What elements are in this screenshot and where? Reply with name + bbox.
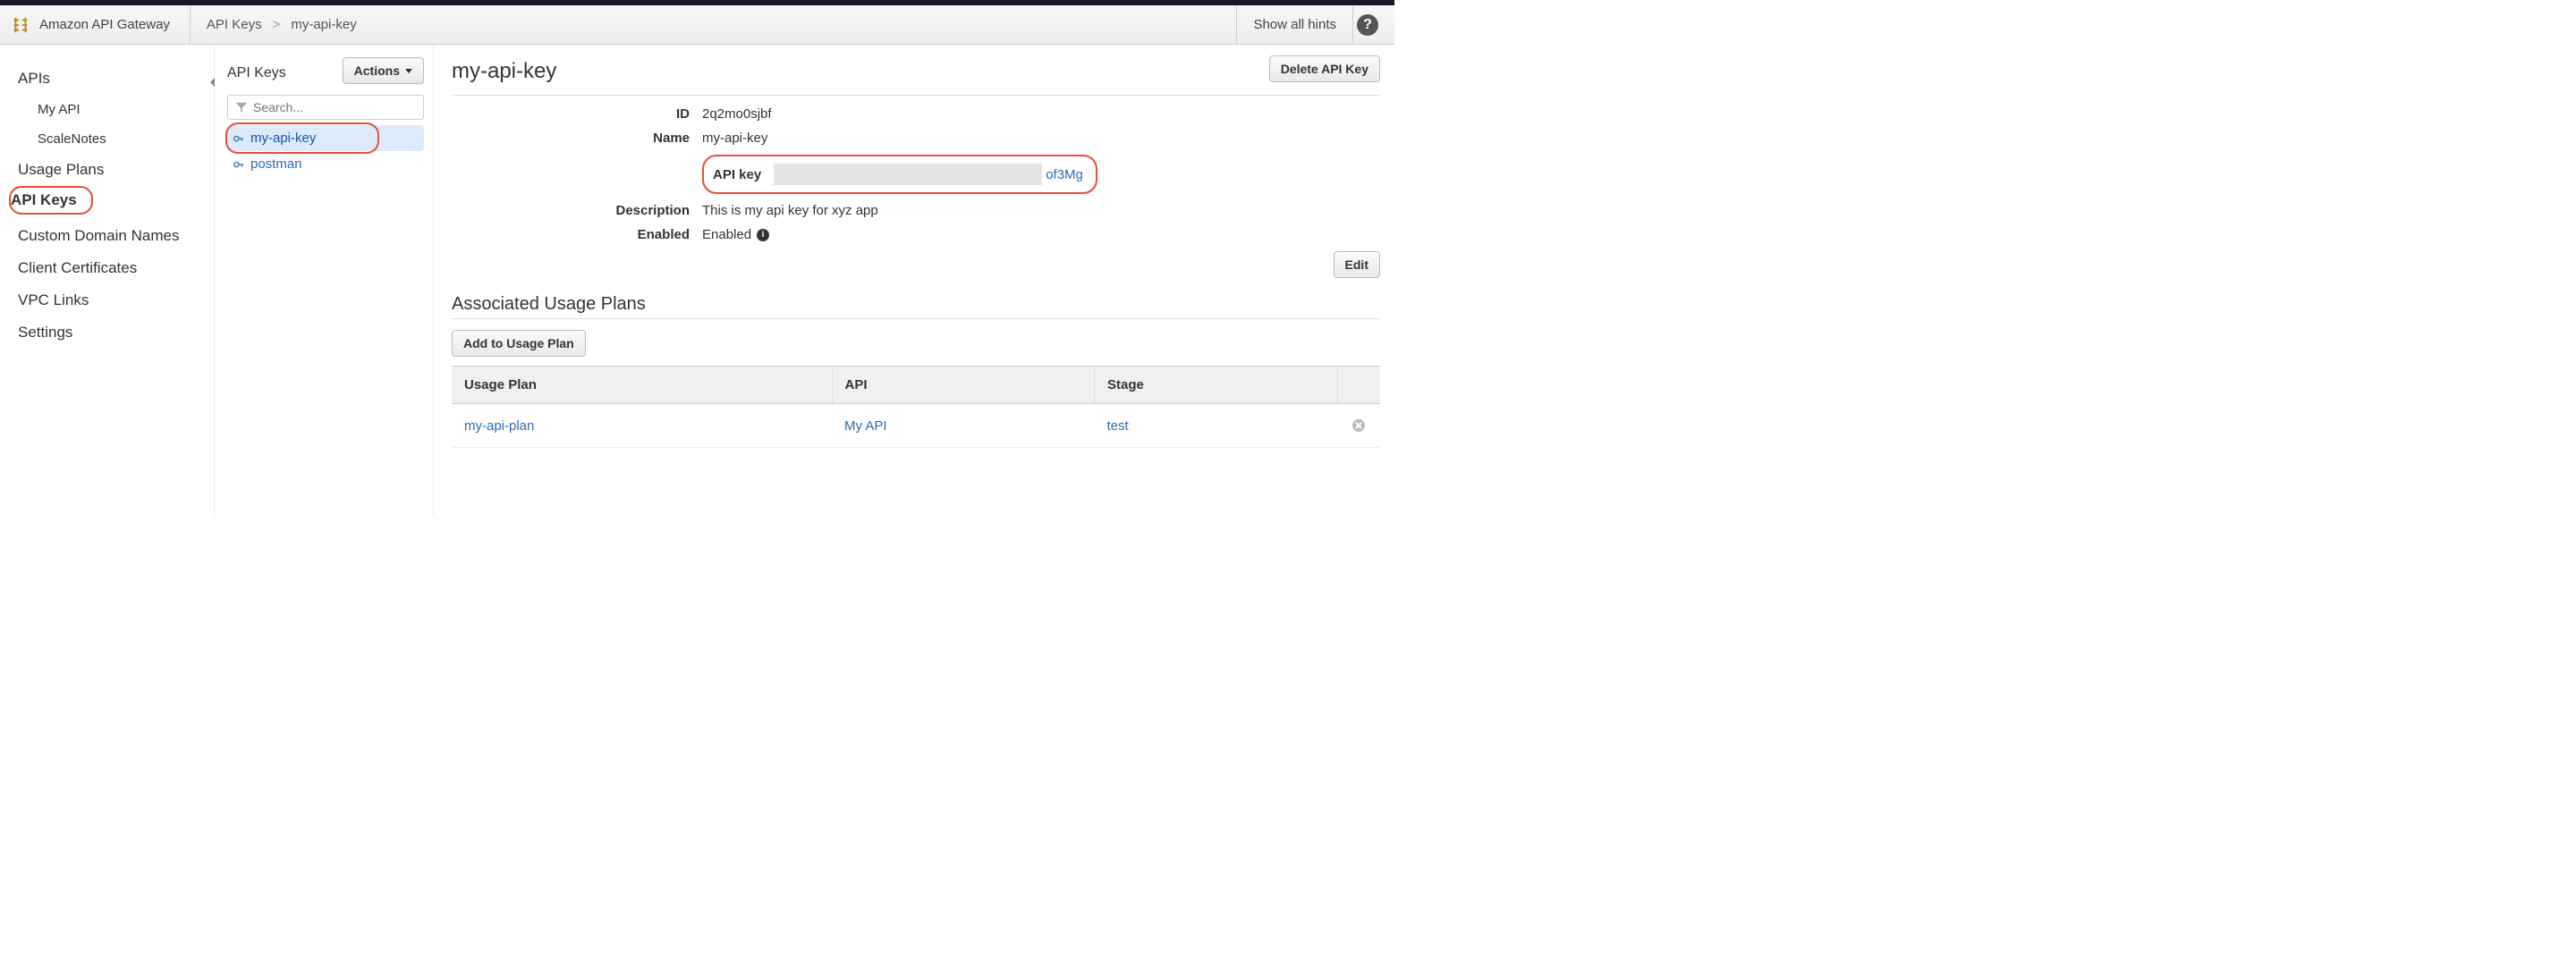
- field-label-description: Description: [452, 203, 702, 218]
- sidebar-item-vpc-links[interactable]: VPC Links: [0, 284, 214, 316]
- key-icon: [233, 158, 245, 171]
- breadcrumb-sep: >: [273, 17, 281, 32]
- col-stage[interactable]: Stage: [1095, 367, 1338, 404]
- col-actions: [1337, 367, 1380, 404]
- cell-stage[interactable]: test: [1107, 418, 1129, 434]
- edit-button[interactable]: Edit: [1334, 251, 1380, 278]
- sidebar-item-api-keys[interactable]: API Keys: [11, 191, 80, 209]
- sidebar-item-scalenotes[interactable]: ScaleNotes: [0, 124, 214, 154]
- collapse-handle-icon[interactable]: [208, 73, 218, 91]
- field-value-id: 2q2mo0sjbf: [702, 106, 772, 122]
- caret-down-icon: [405, 69, 412, 73]
- divider: [452, 95, 1380, 96]
- remove-row-icon[interactable]: [1350, 417, 1368, 434]
- field-label-name: Name: [452, 131, 702, 146]
- api-key-list: my-api-key postman: [227, 125, 424, 177]
- aws-service-icon: [11, 15, 30, 35]
- actions-button[interactable]: Actions: [343, 57, 424, 84]
- add-to-usage-plan-button[interactable]: Add to Usage Plan: [452, 330, 586, 357]
- field-label-id: ID: [452, 106, 702, 122]
- api-key-tail[interactable]: of3Mg: [1046, 167, 1083, 182]
- sidebar-item-usage-plans[interactable]: Usage Plans: [0, 154, 214, 186]
- field-label-apikey: API key: [713, 167, 774, 182]
- sidebar-item-custom-domains[interactable]: Custom Domain Names: [0, 220, 214, 252]
- sidebar-item-client-certificates[interactable]: Client Certificates: [0, 252, 214, 284]
- field-value-description: This is my api key for xyz app: [702, 203, 878, 218]
- highlight-api-key: API key of3Mg: [702, 155, 1097, 194]
- service-name: Amazon API Gateway: [39, 17, 170, 32]
- search-input-wrap[interactable]: [227, 95, 424, 120]
- show-all-hints[interactable]: Show all hints: [1237, 17, 1352, 32]
- panel-title: API Keys: [227, 60, 335, 81]
- api-key-item[interactable]: postman: [227, 151, 424, 177]
- delete-api-key-button[interactable]: Delete API Key: [1269, 55, 1380, 82]
- api-key-name: postman: [250, 156, 302, 172]
- api-key-item[interactable]: my-api-key: [227, 125, 424, 151]
- usage-plans-table: Usage Plan API Stage my-api-plan My API …: [452, 366, 1380, 448]
- help-icon[interactable]: ?: [1357, 14, 1378, 36]
- highlight-api-keys: API Keys: [9, 186, 93, 215]
- section-title-usage-plans: Associated Usage Plans: [452, 294, 1380, 315]
- col-api[interactable]: API: [832, 367, 1094, 404]
- field-value-name: my-api-key: [702, 131, 767, 146]
- table-row: my-api-plan My API test: [452, 404, 1380, 448]
- actions-label: Actions: [354, 63, 400, 78]
- sidebar: APIs My API ScaleNotes Usage Plans API K…: [0, 45, 215, 516]
- sidebar-item-apis[interactable]: APIs: [0, 63, 214, 95]
- api-key-name: my-api-key: [250, 131, 316, 146]
- col-usage-plan[interactable]: Usage Plan: [452, 367, 832, 404]
- breadcrumb: API Keys > my-api-key: [191, 17, 357, 32]
- service-brand[interactable]: Amazon API Gateway: [11, 15, 190, 35]
- detail-panel: my-api-key Delete API Key ID 2q2mo0sjbf …: [434, 45, 1394, 516]
- search-input[interactable]: [253, 100, 416, 114]
- cell-usage-plan[interactable]: my-api-plan: [464, 418, 534, 434]
- sidebar-item-my-api[interactable]: My API: [0, 95, 214, 124]
- field-value-enabled: Enabled: [702, 227, 751, 242]
- sidebar-item-settings[interactable]: Settings: [0, 316, 214, 349]
- breadcrumb-current: my-api-key: [291, 17, 356, 32]
- divider: [452, 318, 1380, 319]
- api-key-masked: [774, 164, 1042, 185]
- api-keys-panel: API Keys Actions my-api-key: [215, 45, 434, 516]
- header-bar: Amazon API Gateway API Keys > my-api-key…: [0, 5, 1394, 45]
- divider: [1352, 5, 1353, 45]
- page-title: my-api-key: [452, 55, 556, 93]
- key-icon: [233, 132, 245, 145]
- filter-icon: [235, 101, 248, 114]
- field-label-enabled: Enabled: [452, 227, 702, 242]
- cell-api[interactable]: My API: [844, 418, 887, 434]
- info-icon[interactable]: i: [757, 229, 769, 241]
- breadcrumb-root[interactable]: API Keys: [207, 17, 262, 32]
